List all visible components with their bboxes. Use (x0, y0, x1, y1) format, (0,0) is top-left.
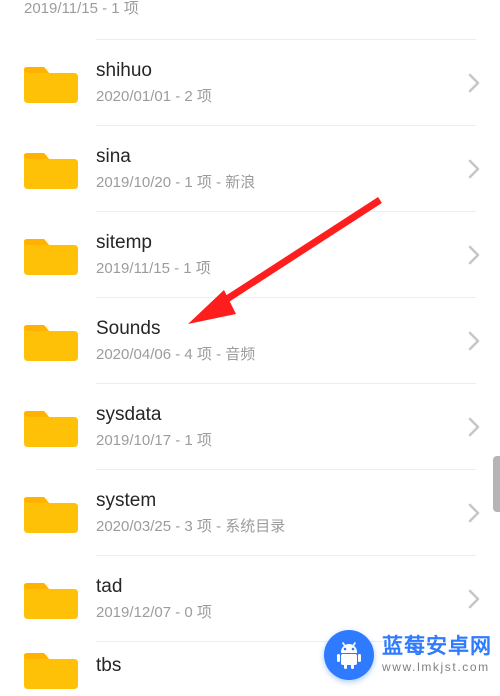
scroll-indicator[interactable] (493, 456, 500, 512)
folder-row[interactable]: sina 2019/10/20 - 1 项 - 新浪 (0, 126, 500, 212)
folder-name: shihuo (96, 60, 460, 83)
folder-meta: 2020/04/06 - 4 项 - 音频 (96, 346, 460, 364)
chevron-right-icon (460, 241, 488, 269)
folder-icon (24, 147, 78, 191)
folder-meta: 2019/11/15 - 1 项 (24, 0, 460, 18)
chevron-right-icon (460, 69, 488, 97)
folder-text: 2019/11/15 - 1 项 (24, 0, 460, 18)
folder-text: Sounds 2020/04/06 - 4 项 - 音频 (96, 318, 460, 365)
android-icon (324, 630, 374, 680)
folder-row-sounds[interactable]: Sounds 2020/04/06 - 4 项 - 音频 (0, 298, 500, 384)
folder-icon (24, 577, 78, 621)
folder-name: sina (96, 146, 460, 169)
folder-name: tad (96, 576, 460, 599)
folder-text: sysdata 2019/10/17 - 1 项 (96, 404, 460, 451)
watermark-title: 蓝莓安卓网 (382, 636, 492, 657)
chevron-right-icon (460, 327, 488, 355)
folder-icon (24, 319, 78, 363)
folder-row[interactable]: sitemp 2019/11/15 - 1 项 (0, 212, 500, 298)
folder-name: system (96, 490, 460, 513)
folder-text: tad 2019/12/07 - 0 项 (96, 576, 460, 623)
folder-meta: 2020/01/01 - 2 项 (96, 88, 460, 106)
folder-row[interactable]: 2019/11/15 - 1 项 (0, 0, 500, 40)
folder-icon (24, 491, 78, 535)
folder-meta: 2019/11/15 - 1 项 (96, 260, 460, 278)
watermark-url: www.lmkjst.com (382, 660, 492, 674)
watermark: 蓝莓安卓网 www.lmkjst.com (324, 630, 492, 680)
chevron-right-icon (460, 413, 488, 441)
chevron-right-icon (460, 155, 488, 183)
folder-row[interactable]: sysdata 2019/10/17 - 1 项 (0, 384, 500, 470)
folder-row[interactable]: system 2020/03/25 - 3 项 - 系统目录 (0, 470, 500, 556)
chevron-right-icon (460, 0, 488, 28)
chevron-right-icon (460, 585, 488, 613)
folder-name: sitemp (96, 232, 460, 255)
folder-icon (24, 233, 78, 277)
folder-text: sina 2019/10/20 - 1 项 - 新浪 (96, 146, 460, 193)
folder-name: Sounds (96, 318, 460, 341)
watermark-text: 蓝莓安卓网 www.lmkjst.com (382, 636, 492, 674)
folder-icon (24, 61, 78, 105)
folder-list: 2019/11/15 - 1 项 shihuo 2020/01/01 - 2 项… (0, 0, 500, 696)
folder-icon (24, 647, 78, 691)
folder-meta: 2020/03/25 - 3 项 - 系统目录 (96, 518, 460, 536)
folder-row[interactable]: shihuo 2020/01/01 - 2 项 (0, 40, 500, 126)
folder-meta: 2019/12/07 - 0 项 (96, 604, 460, 622)
folder-icon (24, 405, 78, 449)
folder-meta: 2019/10/17 - 1 项 (96, 432, 460, 450)
folder-name: sysdata (96, 404, 460, 427)
folder-text: shihuo 2020/01/01 - 2 项 (96, 60, 460, 107)
folder-text: system 2020/03/25 - 3 项 - 系统目录 (96, 490, 460, 537)
folder-text: sitemp 2019/11/15 - 1 项 (96, 232, 460, 279)
folder-meta: 2019/10/20 - 1 项 - 新浪 (96, 174, 460, 192)
chevron-right-icon (460, 499, 488, 527)
